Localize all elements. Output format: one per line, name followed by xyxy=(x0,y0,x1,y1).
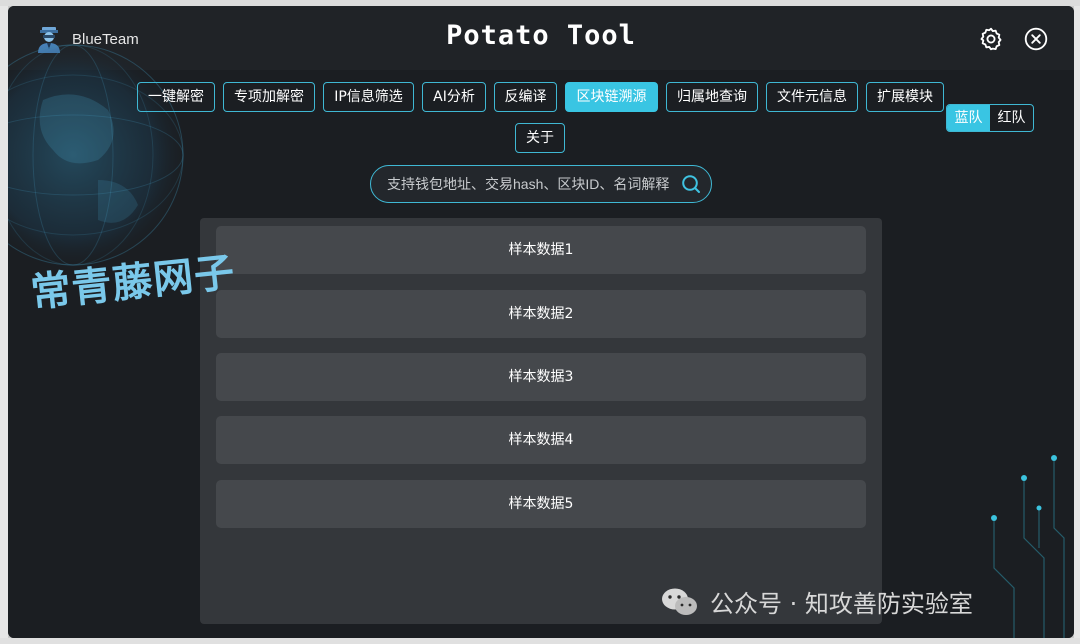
tab-extensions[interactable]: 扩展模块 xyxy=(866,82,944,112)
overlay-watermark-right: 公众号 · 知攻善防实验室 xyxy=(658,584,973,619)
results-panel: 样本数据1 样本数据2 样本数据3 样本数据4 样本数据5 xyxy=(200,218,882,624)
tab-blockchain-trace[interactable]: 区块链溯源 xyxy=(565,82,658,112)
list-item[interactable]: 样本数据1 xyxy=(216,226,866,274)
globe-decoration xyxy=(8,37,191,273)
tab-decompile[interactable]: 反编译 xyxy=(494,82,557,112)
background-strip-right xyxy=(1074,6,1080,644)
overlay-watermark-right-text: 公众号 · 知攻善防实验室 xyxy=(710,590,973,618)
module-tabs: 一键解密 专项加解密 IP信息筛选 AI分析 反编译 区块链溯源 归属地查询 文… xyxy=(8,82,1074,153)
app-window: BlueTeam Potato Tool 一键解密 专项加解密 IP信息筛选 A… xyxy=(8,6,1074,638)
search-icon[interactable] xyxy=(681,174,701,194)
blue-team-button[interactable]: 蓝队 xyxy=(947,105,990,131)
tab-special-crypto[interactable]: 专项加解密 xyxy=(223,82,315,112)
tab-ip-filter[interactable]: IP信息筛选 xyxy=(323,82,414,112)
tab-about[interactable]: 关于 xyxy=(515,123,565,153)
gear-icon[interactable] xyxy=(978,26,1004,52)
list-item[interactable]: 样本数据3 xyxy=(216,353,866,401)
background-strip-bottom xyxy=(0,638,1080,644)
team-toggle: 蓝队 红队 xyxy=(946,104,1034,132)
list-item[interactable]: 样本数据2 xyxy=(216,290,866,338)
tab-ai-analysis[interactable]: AI分析 xyxy=(422,82,486,112)
list-item[interactable]: 样本数据5 xyxy=(216,480,866,528)
tab-file-metadata[interactable]: 文件元信息 xyxy=(766,82,858,112)
list-item[interactable]: 样本数据4 xyxy=(216,416,866,464)
background-strip-left xyxy=(0,6,8,644)
main-content: 一键解密 专项加解密 IP信息筛选 AI分析 反编译 区块链溯源 归属地查询 文… xyxy=(8,37,1074,638)
circuit-decoration xyxy=(991,455,1065,638)
search-input[interactable] xyxy=(387,166,677,202)
close-icon[interactable] xyxy=(1023,26,1049,52)
red-team-button[interactable]: 红队 xyxy=(990,105,1033,131)
wechat-icon xyxy=(662,588,697,615)
tab-location-lookup[interactable]: 归属地查询 xyxy=(666,82,758,112)
search-box xyxy=(370,165,712,203)
tab-one-click-decrypt[interactable]: 一键解密 xyxy=(137,82,215,112)
